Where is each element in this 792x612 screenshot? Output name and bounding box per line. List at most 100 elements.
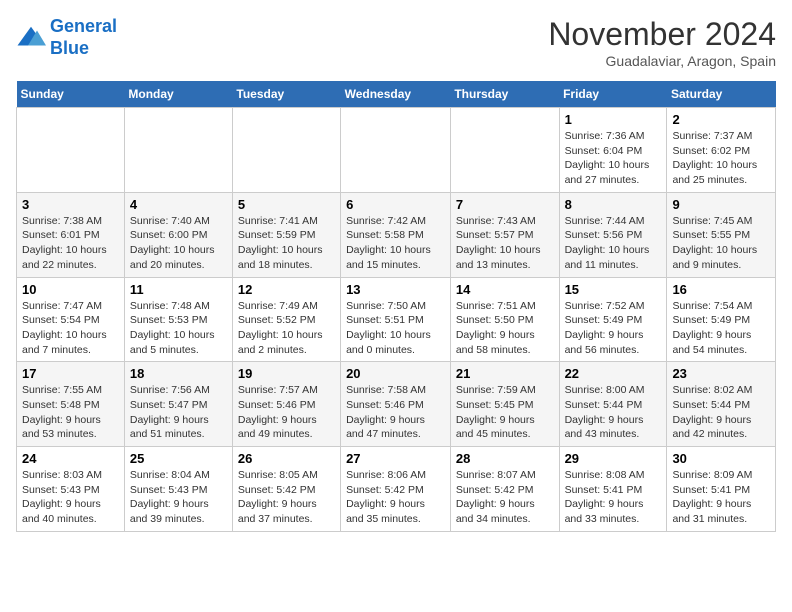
day-number: 26 bbox=[238, 451, 335, 466]
calendar-cell: 12 Sunrise: 7:49 AM Sunset: 5:52 PM Dayli… bbox=[232, 277, 340, 362]
calendar-cell: 18 Sunrise: 7:56 AM Sunset: 5:47 PM Dayli… bbox=[124, 362, 232, 447]
weekday-header-saturday: Saturday bbox=[667, 81, 776, 108]
calendar-body: 1 Sunrise: 7:36 AM Sunset: 6:04 PM Daylig… bbox=[17, 108, 776, 532]
day-number: 7 bbox=[456, 197, 554, 212]
day-info: Sunrise: 7:51 AM Sunset: 5:50 PM Dayligh… bbox=[456, 299, 554, 358]
calendar-cell: 26 Sunrise: 8:05 AM Sunset: 5:42 PM Dayli… bbox=[232, 447, 340, 532]
weekday-header-thursday: Thursday bbox=[450, 81, 559, 108]
calendar-cell: 15 Sunrise: 7:52 AM Sunset: 5:49 PM Dayli… bbox=[559, 277, 667, 362]
calendar-cell: 7Sunrise: 7:43 AM Sunset: 5:57 PM Daylig… bbox=[450, 192, 559, 277]
calendar-cell: 29 Sunrise: 8:08 AM Sunset: 5:41 PM Dayli… bbox=[559, 447, 667, 532]
day-info: Sunrise: 7:56 AM Sunset: 5:47 PM Dayligh… bbox=[130, 383, 227, 442]
logo-icon bbox=[16, 23, 46, 53]
day-number: 23 bbox=[672, 366, 770, 381]
day-number: 11 bbox=[130, 282, 227, 297]
weekday-header-sunday: Sunday bbox=[17, 81, 125, 108]
weekday-header-tuesday: Tuesday bbox=[232, 81, 340, 108]
day-info: Sunrise: 7:47 AM Sunset: 5:54 PM Dayligh… bbox=[22, 299, 119, 358]
day-info: Sunrise: 7:42 AM Sunset: 5:58 PM Dayligh… bbox=[346, 214, 445, 273]
day-number: 2 bbox=[672, 112, 770, 127]
calendar-cell bbox=[341, 108, 451, 193]
day-info: Sunrise: 8:05 AM Sunset: 5:42 PM Dayligh… bbox=[238, 468, 335, 527]
calendar-cell: 27Sunrise: 8:06 AM Sunset: 5:42 PM Dayli… bbox=[341, 447, 451, 532]
day-number: 24 bbox=[22, 451, 119, 466]
day-number: 13 bbox=[346, 282, 445, 297]
calendar-cell: 20 Sunrise: 7:58 AM Sunset: 5:46 PM Dayli… bbox=[341, 362, 451, 447]
calendar-cell: 19Sunrise: 7:57 AM Sunset: 5:46 PM Dayli… bbox=[232, 362, 340, 447]
day-info: Sunrise: 8:04 AM Sunset: 5:43 PM Dayligh… bbox=[130, 468, 227, 527]
calendar-cell: 23 Sunrise: 8:02 AM Sunset: 5:44 PM Dayli… bbox=[667, 362, 776, 447]
day-info: Sunrise: 7:52 AM Sunset: 5:49 PM Dayligh… bbox=[565, 299, 662, 358]
day-info: Sunrise: 7:44 AM Sunset: 5:56 PM Dayligh… bbox=[565, 214, 662, 273]
day-info: Sunrise: 8:07 AM Sunset: 5:42 PM Dayligh… bbox=[456, 468, 554, 527]
day-number: 22 bbox=[565, 366, 662, 381]
calendar-cell: 3 Sunrise: 7:38 AM Sunset: 6:01 PM Daylig… bbox=[17, 192, 125, 277]
calendar-cell bbox=[17, 108, 125, 193]
day-number: 16 bbox=[672, 282, 770, 297]
day-info: Sunrise: 7:37 AM Sunset: 6:02 PM Dayligh… bbox=[672, 129, 770, 188]
calendar-cell: 21Sunrise: 7:59 AM Sunset: 5:45 PM Dayli… bbox=[450, 362, 559, 447]
month-title: November 2024 bbox=[548, 16, 776, 53]
day-number: 10 bbox=[22, 282, 119, 297]
day-number: 12 bbox=[238, 282, 335, 297]
day-number: 9 bbox=[672, 197, 770, 212]
location: Guadalaviar, Aragon, Spain bbox=[548, 53, 776, 69]
calendar-cell: 6Sunrise: 7:42 AM Sunset: 5:58 PM Daylig… bbox=[341, 192, 451, 277]
calendar-cell bbox=[124, 108, 232, 193]
calendar-cell: 14 Sunrise: 7:51 AM Sunset: 5:50 PM Dayli… bbox=[450, 277, 559, 362]
day-info: Sunrise: 7:48 AM Sunset: 5:53 PM Dayligh… bbox=[130, 299, 227, 358]
day-number: 29 bbox=[565, 451, 662, 466]
weekday-header-monday: Monday bbox=[124, 81, 232, 108]
day-info: Sunrise: 7:54 AM Sunset: 5:49 PM Dayligh… bbox=[672, 299, 770, 358]
day-info: Sunrise: 8:08 AM Sunset: 5:41 PM Dayligh… bbox=[565, 468, 662, 527]
day-info: Sunrise: 7:41 AM Sunset: 5:59 PM Dayligh… bbox=[238, 214, 335, 273]
calendar-cell: 17 Sunrise: 7:55 AM Sunset: 5:48 PM Dayli… bbox=[17, 362, 125, 447]
day-info: Sunrise: 7:40 AM Sunset: 6:00 PM Dayligh… bbox=[130, 214, 227, 273]
day-number: 14 bbox=[456, 282, 554, 297]
calendar-table: SundayMondayTuesdayWednesdayThursdayFrid… bbox=[16, 81, 776, 532]
day-number: 30 bbox=[672, 451, 770, 466]
calendar-cell: 22 Sunrise: 8:00 AM Sunset: 5:44 PM Dayli… bbox=[559, 362, 667, 447]
calendar-cell bbox=[450, 108, 559, 193]
day-info: Sunrise: 7:49 AM Sunset: 5:52 PM Dayligh… bbox=[238, 299, 335, 358]
week-row-1: 3 Sunrise: 7:38 AM Sunset: 6:01 PM Daylig… bbox=[17, 192, 776, 277]
calendar-cell: 16 Sunrise: 7:54 AM Sunset: 5:49 PM Dayli… bbox=[667, 277, 776, 362]
logo-text: General Blue bbox=[50, 16, 117, 59]
day-number: 21 bbox=[456, 366, 554, 381]
weekday-header-friday: Friday bbox=[559, 81, 667, 108]
day-info: Sunrise: 8:02 AM Sunset: 5:44 PM Dayligh… bbox=[672, 383, 770, 442]
day-number: 20 bbox=[346, 366, 445, 381]
day-info: Sunrise: 7:38 AM Sunset: 6:01 PM Dayligh… bbox=[22, 214, 119, 273]
day-info: Sunrise: 8:09 AM Sunset: 5:41 PM Dayligh… bbox=[672, 468, 770, 527]
day-info: Sunrise: 7:58 AM Sunset: 5:46 PM Dayligh… bbox=[346, 383, 445, 442]
day-number: 28 bbox=[456, 451, 554, 466]
day-info: Sunrise: 7:55 AM Sunset: 5:48 PM Dayligh… bbox=[22, 383, 119, 442]
weekday-header-wednesday: Wednesday bbox=[341, 81, 451, 108]
calendar-cell: 13Sunrise: 7:50 AM Sunset: 5:51 PM Dayli… bbox=[341, 277, 451, 362]
day-info: Sunrise: 7:45 AM Sunset: 5:55 PM Dayligh… bbox=[672, 214, 770, 273]
calendar-cell: 9 Sunrise: 7:45 AM Sunset: 5:55 PM Daylig… bbox=[667, 192, 776, 277]
week-row-2: 10 Sunrise: 7:47 AM Sunset: 5:54 PM Dayli… bbox=[17, 277, 776, 362]
calendar-cell: 2 Sunrise: 7:37 AM Sunset: 6:02 PM Daylig… bbox=[667, 108, 776, 193]
day-info: Sunrise: 7:36 AM Sunset: 6:04 PM Dayligh… bbox=[565, 129, 662, 188]
day-number: 18 bbox=[130, 366, 227, 381]
day-info: Sunrise: 7:57 AM Sunset: 5:46 PM Dayligh… bbox=[238, 383, 335, 442]
day-info: Sunrise: 8:03 AM Sunset: 5:43 PM Dayligh… bbox=[22, 468, 119, 527]
week-row-0: 1 Sunrise: 7:36 AM Sunset: 6:04 PM Daylig… bbox=[17, 108, 776, 193]
day-number: 3 bbox=[22, 197, 119, 212]
calendar-cell: 4Sunrise: 7:40 AM Sunset: 6:00 PM Daylig… bbox=[124, 192, 232, 277]
week-row-4: 24 Sunrise: 8:03 AM Sunset: 5:43 PM Dayli… bbox=[17, 447, 776, 532]
page-header: General Blue November 2024 Guadalaviar, … bbox=[16, 16, 776, 69]
calendar-cell: 28 Sunrise: 8:07 AM Sunset: 5:42 PM Dayli… bbox=[450, 447, 559, 532]
day-number: 17 bbox=[22, 366, 119, 381]
calendar-cell: 24 Sunrise: 8:03 AM Sunset: 5:43 PM Dayli… bbox=[17, 447, 125, 532]
calendar-cell: 8Sunrise: 7:44 AM Sunset: 5:56 PM Daylig… bbox=[559, 192, 667, 277]
calendar-cell bbox=[232, 108, 340, 193]
day-info: Sunrise: 8:00 AM Sunset: 5:44 PM Dayligh… bbox=[565, 383, 662, 442]
day-number: 1 bbox=[565, 112, 662, 127]
calendar-cell: 30 Sunrise: 8:09 AM Sunset: 5:41 PM Dayli… bbox=[667, 447, 776, 532]
day-info: Sunrise: 8:06 AM Sunset: 5:42 PM Dayligh… bbox=[346, 468, 445, 527]
day-number: 15 bbox=[565, 282, 662, 297]
calendar-cell: 5Sunrise: 7:41 AM Sunset: 5:59 PM Daylig… bbox=[232, 192, 340, 277]
calendar-cell: 11 Sunrise: 7:48 AM Sunset: 5:53 PM Dayli… bbox=[124, 277, 232, 362]
